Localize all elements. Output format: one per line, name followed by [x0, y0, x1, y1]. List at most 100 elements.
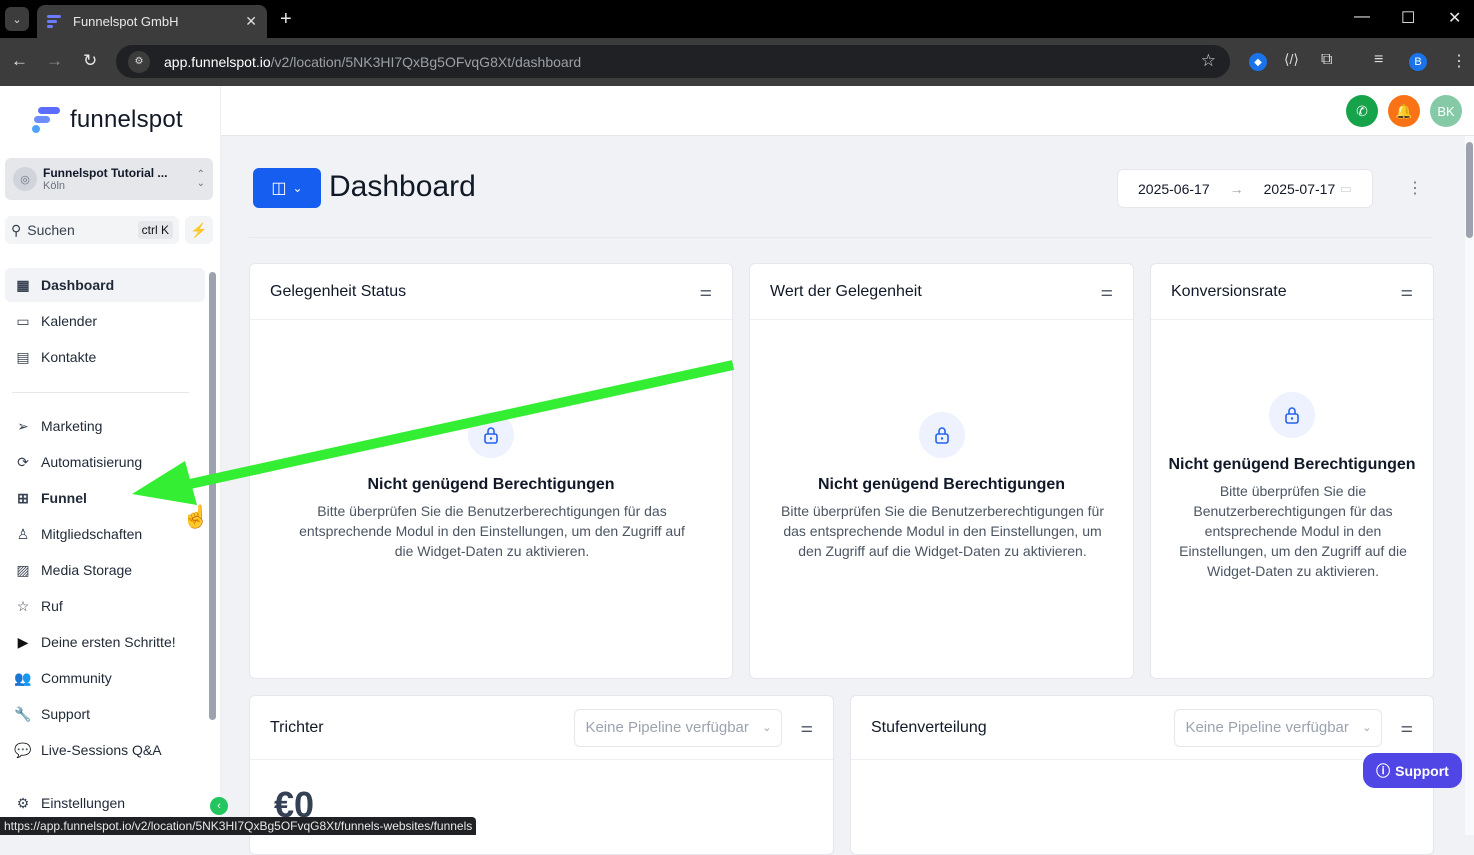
permission-title: Nicht genügend Berechtigungen [817, 476, 1066, 493]
sidebar-divider [12, 392, 189, 393]
chevron-down-icon: ⌄ [1362, 722, 1372, 734]
site-info-icon[interactable]: ⚙ [128, 50, 150, 73]
calendar-icon: ▭ [16, 312, 30, 329]
help-icon: ⓘ [1376, 762, 1391, 779]
date-from: 2025-06-17 [1138, 180, 1210, 197]
sidebar-item-label: Einstellungen [41, 795, 126, 811]
widget-wert-der-gelegenheit: Wert der Gelegenheit ⚌ Nicht genügend Ber… [749, 263, 1134, 679]
permission-title: Nicht genügend Berechtigungen [367, 476, 615, 493]
extension-icon[interactable]: ◆ [1249, 53, 1267, 71]
logo[interactable]: funnelspot [32, 106, 183, 134]
user-avatar[interactable]: BK [1430, 95, 1462, 127]
date-to: 2025-07-17 [1263, 180, 1336, 197]
browser-tab-strip: ⌄ Funnelspot GmbH ✕ + — ☐ ✕ [0, 0, 1474, 38]
sidebar-item-label: Dashboard [41, 277, 115, 293]
browser-menu-icon[interactable]: ⋮ [1451, 51, 1467, 71]
more-options-icon[interactable]: ⋮ [1407, 178, 1423, 198]
close-window-icon[interactable]: ✕ [1448, 8, 1461, 28]
lightning-icon: ⚡ [190, 221, 208, 238]
funnelspot-logo-icon [32, 106, 60, 134]
address-bar[interactable]: ⚙ app.funnelspot.io/v2/location/5NK3HI7Q… [116, 45, 1230, 78]
widget-settings-icon[interactable]: ⚌ [1100, 283, 1113, 300]
status-bar-url: https://app.funnelspot.io/v2/location/5N… [0, 817, 477, 835]
star-icon: ☆ [16, 597, 30, 614]
sidebar-item-label: Media Storage [41, 562, 133, 578]
sidebar-item-label: Kontakte [41, 349, 97, 365]
layout-icon: ◫ [271, 180, 287, 197]
widget-title: Wert der Gelegenheit [770, 282, 922, 300]
tab-search-dropdown[interactable]: ⌄ [5, 7, 29, 31]
pipeline-select[interactable]: Keine Pipeline verfügbar ⌄ [1174, 708, 1383, 747]
pipeline-select-value: Keine Pipeline verfügbar [1185, 719, 1349, 736]
image-icon: ▨ [16, 561, 30, 578]
date-range-picker[interactable]: 2025-06-17 → 2025-07-17 ▭ [1117, 169, 1373, 208]
search-input[interactable]: ⚲ Suchen ctrl K [5, 216, 179, 244]
quick-actions-button[interactable]: ⚡ [185, 216, 213, 244]
widget-settings-icon[interactable]: ⚌ [800, 719, 813, 736]
sidebar-item-kontakte[interactable]: ▤ Kontakte [5, 340, 205, 374]
maximize-icon[interactable]: ☐ [1401, 8, 1415, 28]
profile-avatar[interactable]: B [1409, 53, 1427, 71]
sidebar-item-media-storage[interactable]: ▨ Media Storage [5, 553, 205, 587]
sidebar-item-marketing[interactable]: ➢ Marketing [5, 409, 205, 443]
sidebar-item-mitgliedschaften[interactable]: ♙ Mitgliedschaften [5, 517, 205, 551]
sidebar-item-automatisierung[interactable]: ⟳ Automatisierung [5, 445, 205, 479]
sidebar-item-community[interactable]: 👥 Community [5, 661, 205, 695]
dashboard-main: ◫ ⌄ Dashboard 2025-06-17 → 2025-07-17 ▭ ⋮… [221, 136, 1466, 855]
sidebar-item-label: Funnel [41, 490, 87, 506]
media-control-icon[interactable]: ≡ [1374, 51, 1383, 69]
lock-icon [468, 412, 514, 458]
contacts-icon: ▤ [16, 348, 30, 365]
automation-icon: ⟳ [17, 453, 29, 470]
widget-settings-icon[interactable]: ⚌ [699, 283, 712, 300]
lock-icon [919, 412, 965, 458]
sidebar-item-label: Automatisierung [41, 454, 143, 470]
tab-title: Funnelspot GmbH [73, 14, 179, 29]
sidebar-item-ruf[interactable]: ☆ Ruf [5, 589, 205, 623]
sidebar-item-kalender[interactable]: ▭ Kalender [5, 304, 205, 338]
browser-tab[interactable]: Funnelspot GmbH ✕ [37, 5, 267, 38]
forward-icon[interactable]: → [46, 51, 63, 71]
support-button-label: Support [1395, 762, 1449, 779]
notifications-button[interactable]: 🔔 [1388, 95, 1420, 127]
support-chat-button[interactable]: ⓘ Support [1363, 753, 1462, 788]
permission-title: Nicht genügend Berechtigungen [1168, 456, 1416, 473]
location-switcher[interactable]: ◎ Funnelspot Tutorial ... Köln ⌃ ⌄ [5, 158, 213, 200]
pipeline-select[interactable]: Keine Pipeline verfügbar ⌄ [574, 708, 783, 747]
hand-cursor-icon: ☝ [182, 504, 210, 529]
sidebar-item-einstellungen[interactable]: ⚙ Einstellungen [5, 786, 205, 820]
sidebar-scrollbar[interactable] [209, 272, 216, 720]
calendar-icon: ▭ [1339, 180, 1352, 196]
minimize-icon[interactable]: — [1354, 8, 1370, 26]
chevron-down-icon: ⌄ [292, 181, 303, 195]
bookmark-star-icon[interactable]: ☆ [1201, 51, 1216, 71]
sidebar-item-support[interactable]: 🔧 Support [5, 697, 205, 731]
widget-settings-icon[interactable]: ⚌ [1400, 719, 1413, 736]
chevron-down-icon: ⌄ [762, 722, 772, 734]
sidebar-item-label: Ruf [41, 598, 63, 614]
tab-close-icon[interactable]: ✕ [245, 13, 257, 30]
back-icon[interactable]: ← [11, 51, 28, 71]
dashboard-switcher-button[interactable]: ◫ ⌄ [253, 168, 321, 208]
sidebar-item-erste-schritte[interactable]: ▶ Deine ersten Schritte! [5, 625, 205, 659]
chat-icon: 💬 [14, 741, 32, 758]
extensions-puzzle-icon[interactable]: ⧉ [1321, 51, 1332, 69]
sidebar-item-funnel[interactable]: ⊞ Funnel [5, 481, 205, 515]
page-scrollbar[interactable] [1465, 136, 1474, 835]
chevron-updown-icon: ⌃ ⌄ [196, 169, 205, 189]
phone-icon: ✆ [1356, 102, 1368, 119]
sidebar-item-dashboard[interactable]: ▦ Dashboard [5, 268, 205, 302]
page-title: Dashboard [329, 170, 476, 203]
phone-button[interactable]: ✆ [1346, 95, 1378, 127]
new-tab-button[interactable]: + [280, 8, 292, 31]
reload-icon[interactable]: ↻ [83, 51, 97, 71]
devtools-extension-icon[interactable]: ⟨/⟩ [1284, 51, 1299, 68]
dashboard-icon: ▦ [16, 276, 30, 293]
url-path: /v2/location/5NK3HI7QxBg5OFvqG8Xt/dashbo… [270, 53, 582, 70]
gear-icon: ⚙ [16, 794, 30, 811]
pipeline-select-value: Keine Pipeline verfügbar [585, 719, 749, 736]
widget-settings-icon[interactable]: ⚌ [1400, 283, 1413, 300]
sidebar-item-live-sessions[interactable]: 💬 Live-Sessions Q&A [5, 733, 205, 767]
widget-stufenverteilung: Stufenverteilung Keine Pipeline verfügba… [850, 695, 1434, 855]
bell-icon: 🔔 [1395, 102, 1413, 119]
